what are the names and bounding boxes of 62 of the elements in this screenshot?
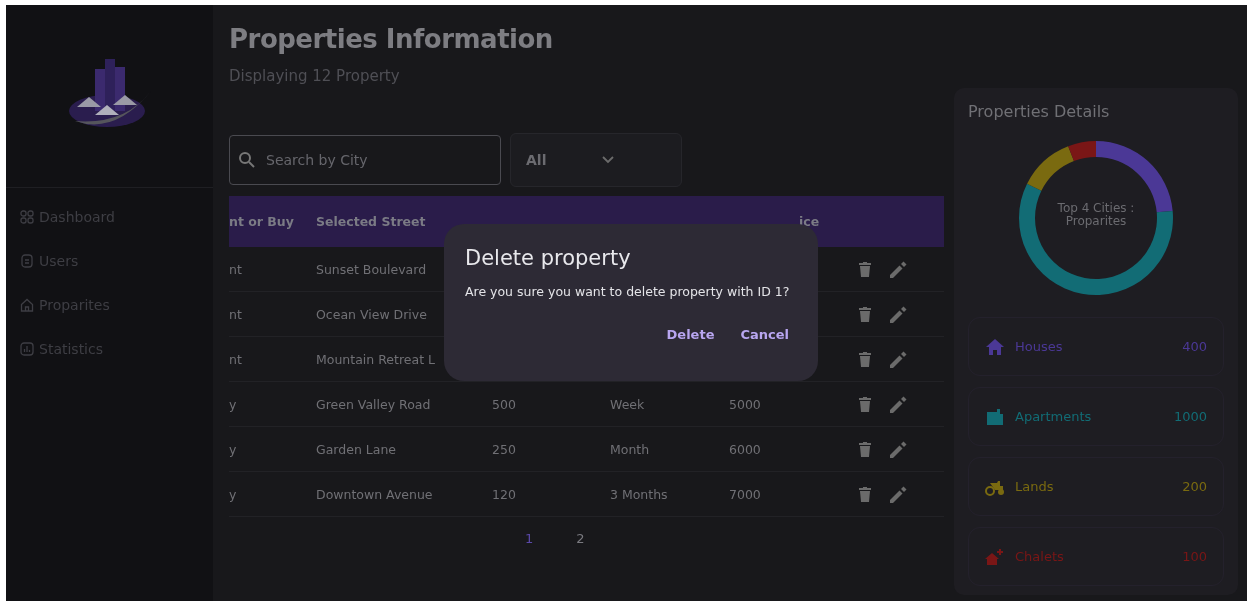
table-cell: y <box>229 441 237 457</box>
table-cell: 3 Months <box>610 486 668 502</box>
category-label: Apartments <box>1015 409 1093 424</box>
page-title: Properties Information <box>229 23 554 55</box>
page-link[interactable]: 1 <box>525 531 534 546</box>
category-count: 400 <box>1182 339 1207 354</box>
delete-button[interactable]: Delete <box>658 321 723 348</box>
edit-icon[interactable] <box>890 485 907 503</box>
edit-icon[interactable] <box>890 305 907 323</box>
trash-icon[interactable] <box>859 396 871 412</box>
category-count: 1000 <box>1173 409 1207 424</box>
column-header: ice <box>799 214 820 229</box>
table-cell: Month <box>610 441 650 457</box>
table-cell: 5000 <box>729 396 761 412</box>
chart-icon <box>20 342 34 356</box>
page-subtitle: Displaying 12 Property <box>229 67 401 85</box>
grid-icon <box>20 210 34 224</box>
chart-label: Top 4 Cities : Proparites <box>1056 202 1136 228</box>
table-cell: 250 <box>492 441 516 457</box>
dialog-message: Are you sure you want to delete property with ID 1? <box>465 284 791 299</box>
document-icon <box>20 254 34 268</box>
edit-icon[interactable] <box>890 350 907 368</box>
edit-icon[interactable] <box>890 440 907 458</box>
table-cell: y <box>229 486 237 502</box>
table-cell: 120 <box>492 486 516 502</box>
table-cell: 7000 <box>729 486 761 502</box>
page-link[interactable]: 2 <box>576 531 585 546</box>
edit-icon[interactable] <box>890 260 907 278</box>
category-label: Houses <box>1015 339 1064 354</box>
filter-dropdown[interactable]: All <box>510 133 682 187</box>
table-cell: Green Valley Road <box>316 396 431 412</box>
trash-icon[interactable] <box>859 306 871 322</box>
table-cell: y <box>229 396 237 412</box>
table-cell: Downtown Avenue <box>316 486 433 502</box>
table-cell: nt <box>229 351 242 367</box>
edit-icon[interactable] <box>890 395 907 413</box>
card-title: Properties Details <box>968 102 1111 121</box>
table-cell: 500 <box>492 396 516 412</box>
category-count: 200 <box>1182 479 1207 494</box>
trash-icon[interactable] <box>859 351 871 367</box>
chevron-down-icon <box>602 156 615 164</box>
table-cell: Week <box>610 396 645 412</box>
home-icon <box>20 298 34 312</box>
category-label: Lands <box>1015 479 1055 494</box>
trash-icon[interactable] <box>859 261 871 277</box>
search-field[interactable]: Search by City <box>229 135 501 185</box>
category-label: Chalets <box>1015 549 1065 564</box>
table-cell: Garden Lane <box>316 441 397 457</box>
trash-icon[interactable] <box>859 486 871 502</box>
table-cell: nt <box>229 306 242 322</box>
table-cell: Ocean View Drive <box>316 306 427 322</box>
column-header: Selected Street <box>316 214 426 229</box>
table-cell: 6000 <box>729 441 761 457</box>
search-icon <box>238 151 256 169</box>
cancel-button[interactable]: Cancel <box>732 321 797 348</box>
table-cell: Mountain Retreat L <box>316 351 435 367</box>
dialog-title: Delete property <box>465 246 632 270</box>
category-count: 100 <box>1182 549 1207 564</box>
column-header: nt or Buy <box>229 214 294 229</box>
table-cell: Sunset Boulevard <box>316 261 427 277</box>
table-cell: nt <box>229 261 242 277</box>
trash-icon[interactable] <box>859 441 871 457</box>
